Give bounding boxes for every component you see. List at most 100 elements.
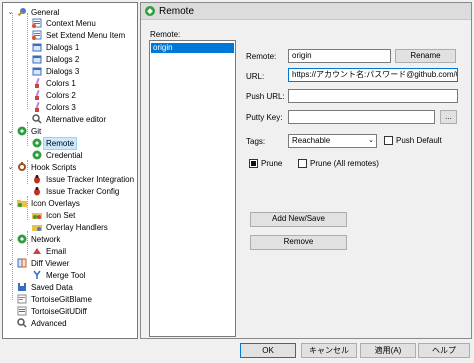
email-icon [33,248,41,254]
advanced-icon [17,318,27,328]
hook-icon [18,162,26,171]
settings-tree[interactable]: ⌄ General Context Menu Set Extend Menu I… [2,2,138,339]
tree-item-merge-tool[interactable]: Merge Tool [32,269,87,281]
tree-item-label: Set Extend Menu Item [46,30,126,40]
dialog-icon [32,67,42,76]
tree-item-label: Hook Scripts [31,162,77,172]
tree-item-hook-scripts[interactable]: ⌄ Hook Scripts [7,161,78,173]
tree-item-label: Context Menu [46,18,96,28]
tree-connector [27,13,28,109]
checkbox-box[interactable] [298,159,307,168]
url-label: URL: [246,72,265,81]
remove-button[interactable]: Remove [250,235,347,250]
tree-item-overlay-handlers[interactable]: Overlay Handlers [32,221,110,233]
udiff-icon [17,306,27,316]
list-item[interactable]: origin [151,43,234,53]
colors-icon [35,102,40,112]
tree-item-label: Dialogs 1 [46,42,80,52]
merge-icon [33,270,41,279]
tags-select-value: Reachable [292,136,331,145]
checkbox-box[interactable] [384,136,393,145]
tree-item-dialogs-1[interactable]: Dialogs 1 [32,41,81,53]
collapse-toggle-icon[interactable]: ⌄ [7,260,14,267]
tree-item-label: Colors 3 [46,102,76,112]
tree-item-label: Diff Viewer [31,258,70,268]
tree-item-label: Overlay Handlers [46,222,108,232]
tree-item-label: Icon Set [46,210,76,220]
tree-item-label: TortoiseGitUDiff [31,306,87,316]
tree-item-label: Colors 2 [46,90,76,100]
add-new-save-button[interactable]: Add New/Save [250,212,347,227]
prune-checkbox[interactable]: Prune [249,159,282,168]
collapse-toggle-icon[interactable]: ⌄ [7,9,14,16]
tree-item-label: Email [46,246,67,256]
remote-list-label: Remote: [150,30,181,39]
network-icon [17,234,27,244]
tree-item-icon-overlays[interactable]: ⌄ Icon Overlays [7,197,82,209]
tree-item-set-extend-menu-item[interactable]: Set Extend Menu Item [32,29,127,41]
help-button[interactable]: ヘルプ [418,343,470,358]
tree-item-credential[interactable]: Credential [32,149,84,161]
tree-item-saved-data[interactable]: Saved Data [17,281,75,293]
push-default-checkbox[interactable]: Push Default [384,136,442,145]
url-input[interactable]: https://アカウント名:パスワード@github.com/〇〇〇/ [288,68,458,82]
rename-button[interactable]: Rename [395,49,456,63]
tree-item-colors-3[interactable]: Colors 3 [32,101,78,113]
remote-name-input[interactable]: origin [288,49,391,63]
checkbox-box[interactable] [249,159,258,168]
collapse-toggle-icon[interactable]: ⌄ [7,200,14,207]
apply-button[interactable]: 適用(A) [360,343,416,358]
tree-item-icon-set[interactable]: Icon Set [32,209,77,221]
collapse-toggle-icon[interactable]: ⌄ [7,236,14,243]
push-url-input[interactable] [288,89,458,103]
putty-key-input[interactable] [288,110,435,124]
tree-item-alternative-editor[interactable]: Alternative editor [32,113,108,125]
tree-item-issue-tracker-config[interactable]: Issue Tracker Config [32,185,121,197]
tree-item-colors-1[interactable]: Colors 1 [32,77,78,89]
tree-item-remote[interactable]: Remote [32,136,78,150]
tree-item-git[interactable]: ⌄ Git [7,125,43,137]
tree-item-tortoisegitudiff[interactable]: TortoiseGitUDiff [17,305,89,317]
tree-item-label: Issue Tracker Config [46,186,120,196]
tree-item-label: General [31,7,60,17]
tree-item-label: Icon Overlays [31,198,80,208]
prune-label: Prune [261,159,283,168]
tree-item-label: Dialogs 3 [46,66,80,76]
tree-item-label: Credential [46,150,83,160]
tags-label: Tags: [246,137,266,146]
git-icon: ◆ [145,6,155,16]
tree-item-label: Dialogs 2 [46,54,80,64]
tree-item-label: Merge Tool [46,270,86,280]
push-url-label: Push URL: [246,92,285,101]
tree-item-label: Colors 1 [46,78,76,88]
ok-button[interactable]: OK [240,343,296,358]
browse-button[interactable]: ... [440,110,457,124]
remote-list[interactable]: origin [149,40,236,337]
page-title: Remote [159,5,195,17]
tags-select[interactable]: Reachable ⌄ [288,134,377,148]
tree-item-colors-2[interactable]: Colors 2 [32,89,78,101]
bug-icon [34,187,40,196]
collapse-toggle-icon[interactable]: ⌄ [7,164,14,171]
tree-item-diff-viewer[interactable]: ⌄ Diff Viewer [7,257,71,269]
tree-item-label: TortoiseGitBlame [31,294,92,304]
tree-item-label: Remote [42,136,78,150]
tree-item-label: Git [31,126,42,136]
cancel-button[interactable]: キャンセル [301,343,357,358]
tree-item-tortoisegitblame[interactable]: TortoiseGitBlame [17,293,94,305]
colors-icon [35,78,40,88]
tree-item-context-menu[interactable]: Context Menu [32,17,98,29]
prune-all-remotes-checkbox[interactable]: Prune (All remotes) [298,159,379,168]
collapse-toggle-icon[interactable]: ⌄ [7,128,14,135]
tree-item-network[interactable]: ⌄ Network [7,233,62,245]
tree-item-issue-tracker-integration[interactable]: Issue Tracker Integration [32,173,136,185]
tree-item-dialogs-2[interactable]: Dialogs 2 [32,53,81,65]
icon-set-icon [32,213,42,219]
tree-item-dialogs-3[interactable]: Dialogs 3 [32,65,81,77]
putty-key-label: Putty Key: [246,113,283,122]
panel-header: ◆ Remote [141,3,471,20]
wrench-gear-icon [17,8,26,17]
overlay-icon [17,200,27,207]
tree-item-email[interactable]: Email [32,245,68,257]
tree-item-advanced[interactable]: Advanced [17,317,69,329]
